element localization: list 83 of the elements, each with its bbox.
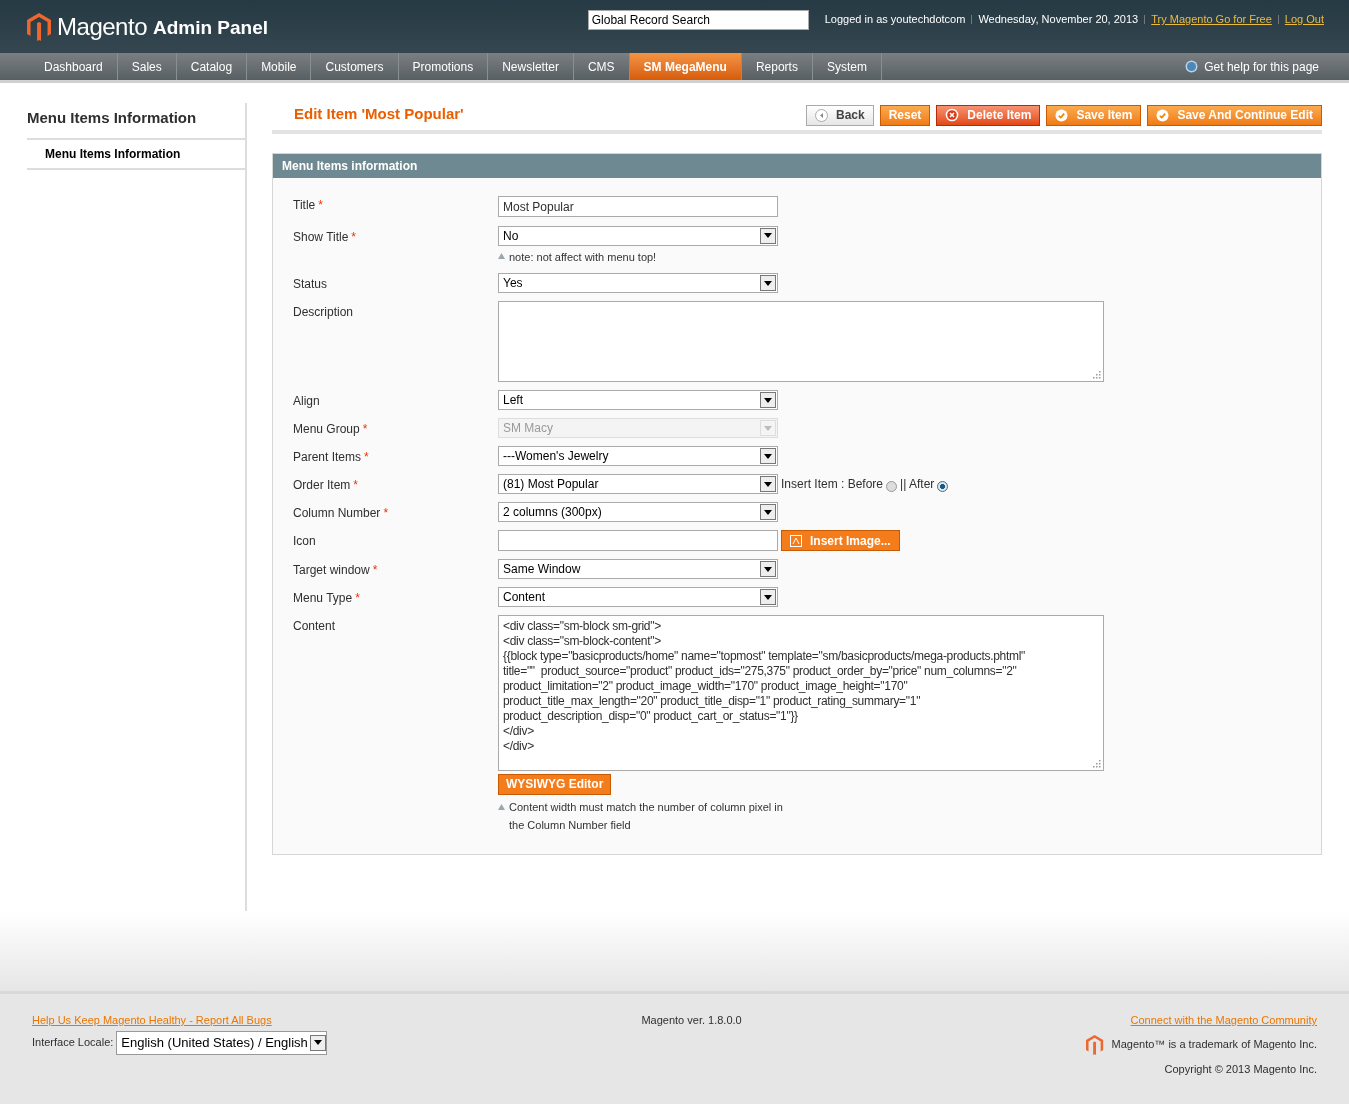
image-icon <box>790 534 802 547</box>
field-label: Status <box>293 277 328 291</box>
field-label: Order Item <box>293 478 351 492</box>
field-label: Icon <box>293 534 316 548</box>
checkmark-icon <box>1055 108 1069 122</box>
cancel-icon <box>945 108 960 122</box>
note-triangle-icon <box>498 804 505 810</box>
field-label: Title <box>293 197 316 212</box>
logged-in-text: Logged in as youtechdotcom <box>824 12 966 28</box>
sidebar-title: Menu Items Information <box>27 103 245 140</box>
delete-button[interactable]: Delete Item <box>936 104 1041 126</box>
logo-subtitle: Admin Panel <box>153 15 269 40</box>
required-asterisk: * <box>364 450 369 464</box>
nav-tab[interactable]: Customers <box>311 53 399 80</box>
field-note: Content width must match the number of column pixel in <box>509 800 783 815</box>
page-title: Edit Item 'Most Popular' <box>293 104 464 124</box>
nav-tab[interactable]: System <box>812 53 882 80</box>
required-asterisk: * <box>383 506 389 520</box>
required-asterisk: * <box>362 422 368 436</box>
help-link[interactable]: Get help for this page <box>1185 53 1319 80</box>
content-textarea[interactable]: <div class="sm-block sm-grid"> <div class="sm-block-content"> {{block type="basicproducts/home" name="topmost" template="sm/basicproducts/mega-products.phtml" title="" product_source="product" product_ids="275,375" product_order_by="price" num_columns="2" product_limitation="2" product_image_width="170" product_image_height="170" product_title_max_length="20" product_title_disp="1" product_rating_summary="1" product_description_disp="0" product_cart_or_status="1"}} </div> </div> <box>498 615 1104 771</box>
text-field[interactable]: Most Popular <box>498 196 778 217</box>
logo-icon <box>27 12 52 41</box>
logo-icon <box>1086 1034 1104 1055</box>
required-asterisk: * <box>355 591 360 605</box>
nav-tab[interactable]: Mobile <box>247 53 312 80</box>
insert-item-label: Insert Item : Before <box>781 476 884 493</box>
checkmark-icon <box>1156 108 1170 122</box>
textarea-field[interactable] <box>498 301 1104 382</box>
header-link[interactable]: Try Magento Go for Free <box>1151 11 1272 28</box>
radio-label: || After <box>900 476 935 493</box>
nav-tab[interactable]: CMS <box>573 53 630 80</box>
select-field[interactable]: ---Women's Jewelry <box>498 446 778 466</box>
header-link[interactable]: Log Out <box>1284 11 1324 28</box>
select-field[interactable]: (81) Most Popular <box>498 474 778 494</box>
nav-tab[interactable]: Dashboard <box>30 53 118 80</box>
select-field[interactable]: Left <box>498 390 778 410</box>
note-triangle-icon <box>498 252 505 259</box>
section-header: Menu Items information <box>273 153 1321 178</box>
locale-label: Interface Locale: <box>32 1035 114 1051</box>
date-text: Wednesday, November 20, 2013 <box>978 12 1139 28</box>
help-icon <box>1185 60 1199 73</box>
field-note: the Column Number field <box>509 818 632 833</box>
nav-tab[interactable]: Reports <box>741 53 813 80</box>
required-asterisk: * <box>351 229 357 244</box>
field-label: Menu Type <box>293 591 353 605</box>
field-label: Column Number <box>293 506 381 520</box>
select-field[interactable]: Yes <box>498 273 778 293</box>
field-label: Align <box>293 394 320 408</box>
trademark-text: Magento™ is a trademark of Magento Inc. <box>1111 1037 1317 1053</box>
field-label: Parent Items <box>293 450 362 464</box>
nav-tab[interactable]: Catalog <box>176 53 248 80</box>
field-label: Description <box>293 305 354 319</box>
sidebar-tab[interactable]: Menu Items Information <box>27 139 245 170</box>
required-asterisk: * <box>353 478 359 492</box>
radio-button[interactable] <box>886 480 898 492</box>
field-note: note: not affect with menu top! <box>509 249 657 265</box>
resize-grip-icon <box>1091 758 1101 768</box>
copyright-text: Copyright © 2013 Magento Inc. <box>1164 1061 1317 1077</box>
select-field[interactable]: Content <box>498 587 778 607</box>
wysiwyg-editor-button[interactable]: WYSIWYG Editor <box>498 773 612 795</box>
nav-tab[interactable]: Promotions <box>398 53 489 80</box>
icon-field[interactable] <box>498 530 778 551</box>
search-field[interactable]: Global Record Search <box>587 9 809 30</box>
resize-grip-icon <box>1091 369 1101 379</box>
nav-tab[interactable]: Newsletter <box>488 53 574 80</box>
field-label: Show Title <box>293 229 349 244</box>
select-field[interactable]: No <box>498 225 778 246</box>
field-label: Content <box>293 619 336 633</box>
select-field[interactable]: Same Window <box>498 559 778 579</box>
insert-image-button[interactable]: Insert Image... <box>781 530 900 551</box>
field-label: Menu Group <box>293 422 360 436</box>
radio-button[interactable] <box>937 480 949 492</box>
nav-tab[interactable]: Sales <box>117 53 177 80</box>
required-asterisk: * <box>318 197 323 212</box>
field-label: Target window <box>293 563 370 577</box>
back-button[interactable]: Back <box>806 104 874 126</box>
nav-tab[interactable]: SM MegaMenu <box>629 53 742 80</box>
version-text: Magento ver. 1.8.0.0 <box>641 1013 743 1028</box>
locale-select[interactable]: English (United States) / English <box>116 1030 327 1055</box>
logo-text: Magento <box>57 11 147 42</box>
select-field[interactable]: 2 columns (300px) <box>498 502 778 522</box>
required-asterisk: * <box>372 563 378 577</box>
